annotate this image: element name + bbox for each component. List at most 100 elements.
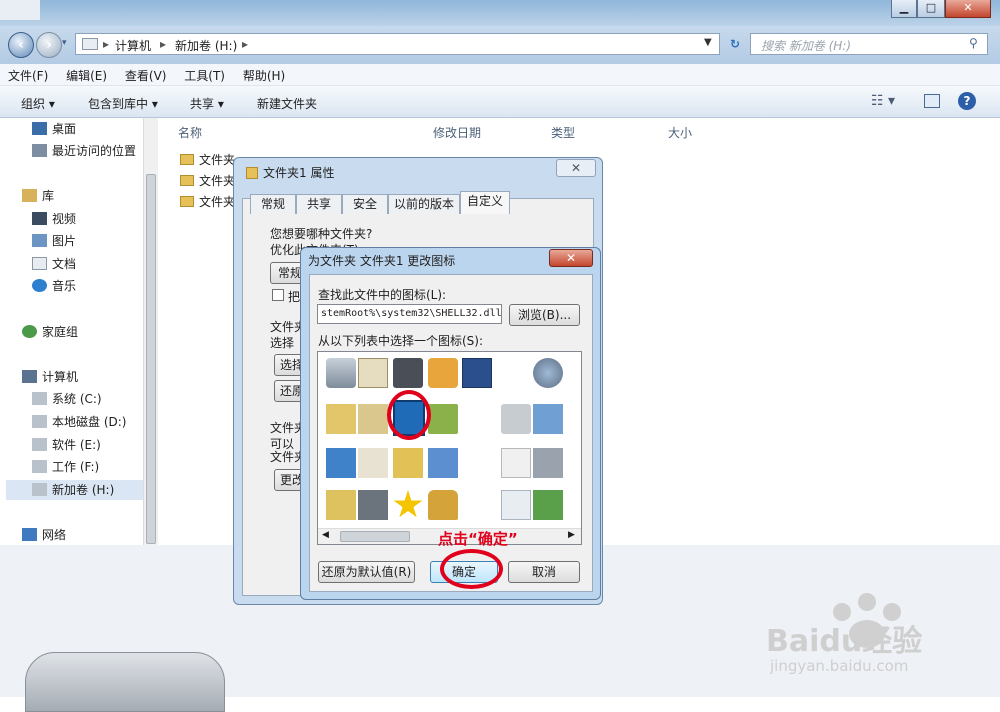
- recent-pages-dropdown-icon[interactable]: ▾: [62, 38, 67, 48]
- apply-subfolders-checkbox[interactable]: [272, 289, 284, 301]
- scroll-right-icon[interactable]: ▶: [568, 530, 575, 540]
- menu-edit[interactable]: 编辑(E): [58, 64, 113, 84]
- icon-file-path-input[interactable]: stemRoot%\system32\SHELL32.dll: [317, 304, 502, 324]
- properties-close-button[interactable]: ✕: [556, 159, 596, 177]
- forward-button[interactable]: ›: [36, 32, 62, 58]
- nav-item-drive-e[interactable]: 软件 (E:): [32, 435, 101, 455]
- nav-label: 本地磁盘 (D:): [52, 415, 127, 429]
- nav-item-drive-c[interactable]: 系统 (C:): [32, 389, 102, 409]
- list-item[interactable]: 文件夹: [180, 192, 235, 212]
- list-item[interactable]: 文件夹: [180, 171, 235, 191]
- search-icon[interactable]: ⚲: [969, 36, 978, 50]
- drive-error-icon[interactable]: [501, 404, 531, 434]
- share-button[interactable]: 共享 ▾: [190, 95, 224, 112]
- breadcrumb-computer[interactable]: 计算机: [115, 37, 151, 54]
- command-toolbar: 组织 ▾ 包含到库中 ▾ 共享 ▾ 新建文件夹 ☷ ▾ ?: [0, 86, 1000, 118]
- nav-item-computer[interactable]: 计算机: [22, 367, 78, 387]
- browse-button[interactable]: 浏览(B)...: [509, 304, 580, 326]
- column-type[interactable]: 类型: [551, 124, 575, 141]
- nav-label: 图片: [52, 234, 77, 248]
- pages-icon[interactable]: [501, 448, 531, 478]
- nav-item-documents[interactable]: 文档: [32, 254, 76, 274]
- maximize-button[interactable]: □: [917, 0, 945, 18]
- nav-item-drive-d[interactable]: 本地磁盘 (D:): [32, 412, 126, 432]
- fax-icon[interactable]: [533, 448, 563, 478]
- new-folder-button[interactable]: 新建文件夹: [257, 95, 317, 112]
- search-input[interactable]: 搜索 新加卷 (H:) ⚲: [750, 33, 988, 55]
- minimize-button[interactable]: ▁: [891, 0, 917, 18]
- nav-item-recent[interactable]: 最近访问的位置: [32, 141, 136, 161]
- tab-security[interactable]: 安全: [342, 194, 388, 214]
- monitor-icon[interactable]: [326, 448, 356, 478]
- star-icon[interactable]: [393, 490, 423, 518]
- drive-icon: [25, 652, 225, 712]
- column-date[interactable]: 修改日期: [433, 124, 481, 141]
- arrow-up-icon[interactable]: [428, 404, 458, 434]
- organize-button[interactable]: 组织 ▾: [21, 95, 55, 112]
- preview-pane-icon[interactable]: [924, 94, 940, 108]
- add-printer-icon[interactable]: [533, 490, 563, 520]
- printer-icon[interactable]: [393, 358, 423, 388]
- dialog-close-button[interactable]: ✕: [549, 249, 593, 267]
- close-window-button[interactable]: ✕: [945, 0, 991, 18]
- nav-item-library[interactable]: 库: [22, 186, 54, 206]
- restore-default-button[interactable]: 还原为默认值(R): [318, 561, 415, 583]
- key-icon[interactable]: [428, 358, 458, 388]
- view-options-icon[interactable]: ☷ ▾: [871, 93, 895, 109]
- icon-list[interactable]: [317, 351, 582, 545]
- scroll-thumb[interactable]: [340, 531, 410, 542]
- nav-item-music[interactable]: 音乐: [32, 276, 76, 296]
- menu-file[interactable]: 文件(F): [0, 64, 54, 84]
- list-item[interactable]: 文件夹: [180, 150, 235, 170]
- help-icon[interactable]: ?: [958, 92, 976, 110]
- choose-icon-label: 从以下列表中选择一个图标(S):: [318, 334, 484, 348]
- window-titlebar: ▁ □ ✕: [0, 0, 1000, 26]
- tower-pc-icon[interactable]: [358, 490, 388, 520]
- tab-sharing[interactable]: 共享: [296, 194, 342, 214]
- tab-customize[interactable]: 自定义: [460, 191, 510, 214]
- column-size[interactable]: 大小: [668, 124, 692, 141]
- folder-icon: [246, 167, 258, 179]
- nav-label: 计算机: [42, 370, 79, 384]
- lock-icon[interactable]: [428, 490, 458, 520]
- folder-icon: [180, 175, 194, 186]
- nav-item-desktop[interactable]: 桌面: [32, 119, 76, 139]
- nav-scroll-thumb[interactable]: [146, 174, 156, 544]
- address-dropdown-icon[interactable]: ▼: [704, 37, 712, 48]
- folder-tools-icon[interactable]: [326, 490, 356, 520]
- nav-item-drive-f[interactable]: 工作 (F:): [32, 457, 99, 477]
- nav-item-drive-h[interactable]: 新加卷 (H:): [6, 480, 143, 500]
- address-bar[interactable]: ▸ 计算机 ▸ 新加卷 (H:) ▸ ▼: [75, 33, 720, 55]
- recycle-bin-icon[interactable]: [326, 358, 356, 388]
- tab-general[interactable]: 常规: [250, 194, 296, 214]
- scroll-left-icon[interactable]: ◀: [322, 530, 329, 540]
- search-file-icon[interactable]: [501, 490, 531, 520]
- nav-item-network[interactable]: 网络: [22, 525, 66, 545]
- nav-item-videos[interactable]: 视频: [32, 209, 76, 229]
- font-icon[interactable]: [358, 448, 388, 478]
- nav-item-homegroup[interactable]: 家庭组: [22, 322, 78, 342]
- user-folder-icon[interactable]: [326, 404, 356, 434]
- library-icon: [22, 189, 37, 202]
- window-icon[interactable]: [462, 358, 492, 388]
- back-button[interactable]: ‹: [8, 32, 34, 58]
- network-computer-icon[interactable]: [533, 404, 563, 434]
- disk-folder-icon[interactable]: [358, 404, 388, 434]
- homegroup-icon: [22, 325, 37, 338]
- cancel-button[interactable]: 取消: [508, 561, 580, 583]
- refresh-icon[interactable]: ↻: [724, 33, 746, 55]
- nav-scrollbar[interactable]: [143, 118, 158, 545]
- nav-item-pictures[interactable]: 图片: [32, 231, 76, 251]
- include-in-library-button[interactable]: 包含到库中 ▾: [88, 95, 158, 112]
- computer-icon: [82, 38, 98, 50]
- windows-icon[interactable]: [428, 448, 458, 478]
- network-globe-icon[interactable]: [533, 358, 563, 388]
- menu-view[interactable]: 查看(V): [117, 64, 173, 84]
- menu-help[interactable]: 帮助(H): [235, 64, 291, 84]
- column-name[interactable]: 名称: [178, 124, 202, 141]
- menu-tools[interactable]: 工具(T): [176, 64, 231, 84]
- calculator-icon[interactable]: [358, 358, 388, 388]
- breadcrumb-drive[interactable]: 新加卷 (H:): [175, 37, 237, 54]
- tab-previous-versions[interactable]: 以前的版本: [388, 194, 460, 214]
- folder-monitor-icon[interactable]: [393, 448, 423, 478]
